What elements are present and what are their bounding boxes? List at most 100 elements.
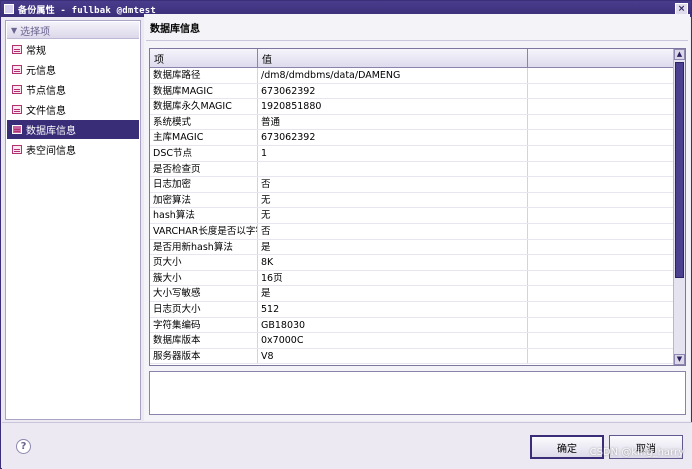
scroll-thumb[interactable] <box>675 62 684 278</box>
page-icon <box>12 105 22 114</box>
table-row[interactable]: VARCHAR长度是否以字符否 <box>150 223 674 240</box>
cell-filler <box>528 286 674 301</box>
table-row[interactable]: 字符集编码 GB18030 <box>150 317 674 334</box>
app-icon <box>4 4 14 14</box>
cell-item: 数据库路径 <box>150 68 258 83</box>
cell-filler <box>528 84 674 99</box>
cell-value: 512 <box>258 301 528 317</box>
scroll-down-icon[interactable]: ▼ <box>674 354 685 365</box>
sidebar-item-label: 文件信息 <box>26 106 66 117</box>
cell-filler <box>528 177 674 192</box>
window-title: 备份属性 - fullbak @dmtest <box>18 5 156 16</box>
main-panel: 数据库信息 项 值 数据库路径/dm8/dmdbms/data/DAMENG 数据… <box>144 14 690 421</box>
cell-item: 数据库永久MAGIC <box>150 99 258 114</box>
table-row[interactable]: DSC节点 1 <box>150 145 674 162</box>
cell-filler <box>528 255 674 270</box>
cell-filler <box>528 99 674 114</box>
cell-filler <box>528 146 674 161</box>
table-body: 数据库路径/dm8/dmdbms/data/DAMENG 数据库MAGIC 6730… <box>150 68 674 365</box>
table-row[interactable]: 日志加密否 <box>150 177 674 193</box>
table-row[interactable]: 数据库MAGIC 673062392 <box>150 83 674 100</box>
watermark: CSDN @king_harry <box>589 447 684 458</box>
sidebar-list: 常规元信息节点信息文件信息数据库信息表空间信息 <box>6 40 140 159</box>
cell-filler <box>528 130 674 145</box>
help-icon[interactable]: ? <box>16 439 31 454</box>
table-row[interactable]: 大小写敏感是 <box>150 286 674 302</box>
sidebar-item[interactable]: 数据库信息 <box>7 120 139 139</box>
table-row[interactable]: 簇大小 16页 <box>150 270 674 287</box>
sidebar-item[interactable]: 文件信息 <box>7 100 139 119</box>
cell-value: 0x7000C <box>258 333 528 348</box>
cell-value: 是 <box>258 239 528 255</box>
sidebar: ▼ 选择项 常规元信息节点信息文件信息数据库信息表空间信息 <box>5 20 141 420</box>
cell-value <box>258 161 528 177</box>
sidebar-item[interactable]: 节点信息 <box>7 80 139 99</box>
cell-filler <box>528 333 674 348</box>
sidebar-item[interactable]: 表空间信息 <box>7 140 139 159</box>
cell-filler <box>528 302 674 317</box>
sidebar-item[interactable]: 常规 <box>7 40 139 59</box>
title-divider <box>146 40 688 41</box>
cell-item: hash算法 <box>150 208 258 223</box>
cell-item: 是否检查页 <box>150 161 258 177</box>
cell-item: 字符集编码 <box>150 317 258 333</box>
cell-value: 673062392 <box>258 130 528 145</box>
cell-item: 日志页大小 <box>150 301 258 317</box>
cell-filler <box>528 208 674 223</box>
cell-value: 673062392 <box>258 83 528 99</box>
vertical-scrollbar[interactable]: ▲ ▼ <box>673 49 685 365</box>
table-row[interactable]: 数据库永久MAGIC 1920851880 <box>150 99 674 115</box>
table-row[interactable]: hash算法无 <box>150 208 674 224</box>
cell-value: 无 <box>258 192 528 208</box>
cell-value: 无 <box>258 208 528 223</box>
sidebar-item-label: 数据库信息 <box>26 126 76 137</box>
table-row[interactable]: 加密算法无 <box>150 192 674 209</box>
description-box <box>149 371 686 415</box>
page-icon <box>12 125 22 134</box>
table-row[interactable]: 是否用新hash算法是 <box>150 239 674 256</box>
cell-item: 数据库版本 <box>150 333 258 348</box>
table-header: 项 值 <box>150 49 674 68</box>
cell-value: 16页 <box>258 270 528 286</box>
column-header-value[interactable]: 值 <box>258 49 528 68</box>
cell-item: 大小写敏感 <box>150 286 258 301</box>
table-row[interactable]: 主库MAGIC 673062392 <box>150 130 674 146</box>
sidebar-item-label: 表空间信息 <box>26 146 76 157</box>
cell-value: 1 <box>258 145 528 161</box>
table-row[interactable]: 数据库路径/dm8/dmdbms/data/DAMENG <box>150 68 674 84</box>
backup-properties-dialog: 备份属性 - fullbak @dmtest × ▼ 选择项 常规 元信息 节点信息… <box>0 0 692 469</box>
cell-filler <box>528 349 674 364</box>
sidebar-item-label: 常规 <box>26 46 46 57</box>
cell-filler <box>528 162 674 177</box>
cell-filler <box>528 68 674 83</box>
cell-value: /dm8/dmdbms/data/DAMENG <box>258 68 528 83</box>
column-header-item[interactable]: 项 <box>150 49 258 68</box>
cell-item: 是否用新hash算法 <box>150 239 258 255</box>
properties-table: 项 值 数据库路径/dm8/dmdbms/data/DAMENG 数据库MAGIC… <box>149 48 686 366</box>
scroll-up-icon[interactable]: ▲ <box>674 49 685 60</box>
cell-value: V8 <box>258 348 528 364</box>
cell-value: 普通 <box>258 114 528 130</box>
cell-value: 否 <box>258 223 528 239</box>
page-icon <box>12 85 22 94</box>
sidebar-header-label: 选择项 <box>20 26 51 38</box>
cell-value: 否 <box>258 177 528 192</box>
button-bar: ? 确定 取消 CSDN @king_harry <box>2 422 692 469</box>
table-row[interactable]: 服务器版本 V8 <box>150 348 674 365</box>
table-row[interactable]: 系统模式 普通 <box>150 114 674 131</box>
table-row[interactable]: 页大小 8K <box>150 255 674 271</box>
sidebar-item-label: 节点信息 <box>26 86 66 97</box>
table-row[interactable]: 是否检查页 <box>150 161 674 178</box>
cell-filler <box>528 115 674 130</box>
cell-filler <box>528 224 674 239</box>
cell-item: 页大小 <box>150 255 258 270</box>
page-icon <box>12 45 22 54</box>
collapse-arrow-icon[interactable]: ▼ <box>11 26 17 35</box>
table-row[interactable]: 数据库版本 0x7000C <box>150 333 674 349</box>
table-row[interactable]: 日志页大小 512 <box>150 301 674 318</box>
cell-item: 服务器版本 <box>150 348 258 364</box>
sidebar-item[interactable]: 元信息 <box>7 60 139 79</box>
sidebar-header: ▼ 选择项 <box>7 22 139 39</box>
cell-filler <box>528 271 674 286</box>
page-icon <box>12 65 22 74</box>
